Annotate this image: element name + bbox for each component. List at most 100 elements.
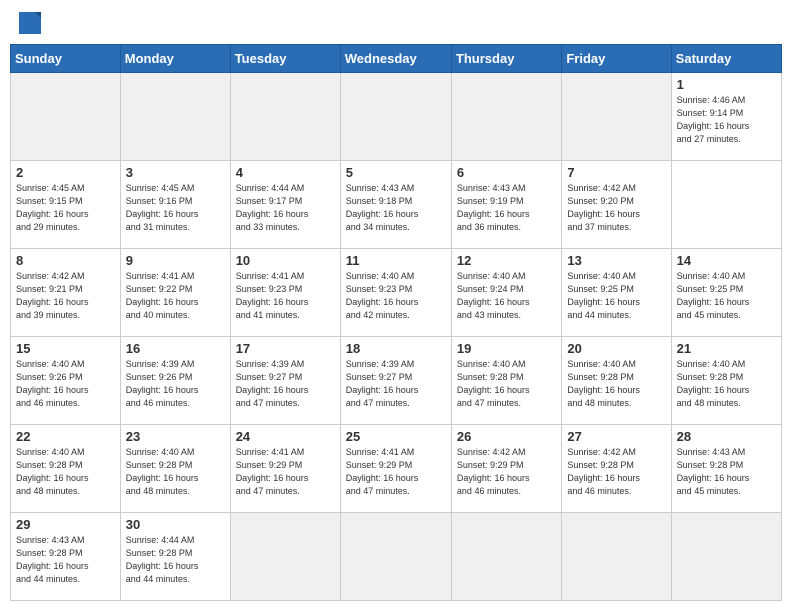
- day-info: Sunrise: 4:45 AM Sunset: 9:15 PM Dayligh…: [16, 182, 115, 234]
- day-info: Sunrise: 4:44 AM Sunset: 9:28 PM Dayligh…: [126, 534, 225, 586]
- calendar-header-tuesday: Tuesday: [230, 45, 340, 73]
- day-number: 30: [126, 517, 225, 532]
- calendar-day-empty: [340, 73, 451, 161]
- calendar-header-friday: Friday: [562, 45, 671, 73]
- day-info: Sunrise: 4:39 AM Sunset: 9:26 PM Dayligh…: [126, 358, 225, 410]
- day-info: Sunrise: 4:41 AM Sunset: 9:29 PM Dayligh…: [236, 446, 335, 498]
- calendar-day-empty: [562, 513, 671, 601]
- day-info: Sunrise: 4:42 AM Sunset: 9:20 PM Dayligh…: [567, 182, 665, 234]
- calendar-header-wednesday: Wednesday: [340, 45, 451, 73]
- calendar-day-19: 19 Sunrise: 4:40 AM Sunset: 9:28 PM Dayli…: [451, 337, 561, 425]
- day-info: Sunrise: 4:43 AM Sunset: 9:19 PM Dayligh…: [457, 182, 556, 234]
- calendar-day-22: 22Sunrise: 4:40 AM Sunset: 9:28 PM Dayli…: [11, 425, 121, 513]
- day-number: 15: [16, 341, 115, 356]
- calendar-header-monday: Monday: [120, 45, 230, 73]
- calendar-day-25: 25 Sunrise: 4:41 AM Sunset: 9:29 PM Dayli…: [340, 425, 451, 513]
- calendar-day-18: 18 Sunrise: 4:39 AM Sunset: 9:27 PM Dayli…: [340, 337, 451, 425]
- day-info: Sunrise: 4:40 AM Sunset: 9:25 PM Dayligh…: [567, 270, 665, 322]
- calendar-table: SundayMondayTuesdayWednesdayThursdayFrid…: [10, 44, 782, 601]
- day-number: 4: [236, 165, 335, 180]
- calendar-day-27: 27Sunrise: 4:42 AM Sunset: 9:28 PM Dayli…: [562, 425, 671, 513]
- day-number: 8: [16, 253, 115, 268]
- day-number: 28: [677, 429, 776, 444]
- day-number: 17: [236, 341, 335, 356]
- calendar-day-empty: [11, 73, 121, 161]
- logo: [18, 14, 41, 34]
- day-number: 11: [346, 253, 446, 268]
- day-info: Sunrise: 4:40 AM Sunset: 9:24 PM Dayligh…: [457, 270, 556, 322]
- calendar-day-empty: [671, 513, 781, 601]
- calendar-day-11: 11Sunrise: 4:40 AM Sunset: 9:23 PM Dayli…: [340, 249, 451, 337]
- day-number: 2: [16, 165, 115, 180]
- day-number: 25: [346, 429, 446, 444]
- day-number: 13: [567, 253, 665, 268]
- day-info: Sunrise: 4:41 AM Sunset: 9:29 PM Dayligh…: [346, 446, 446, 498]
- calendar-day-20: 20 Sunrise: 4:40 AM Sunset: 9:28 PM Dayli…: [562, 337, 671, 425]
- calendar-week-3: 8 Sunrise: 4:42 AM Sunset: 9:21 PM Daylig…: [11, 249, 782, 337]
- day-info: Sunrise: 4:46 AM Sunset: 9:14 PM Dayligh…: [677, 94, 776, 146]
- day-number: 7: [567, 165, 665, 180]
- calendar-day-9: 9 Sunrise: 4:41 AM Sunset: 9:22 PM Daylig…: [120, 249, 230, 337]
- day-info: Sunrise: 4:39 AM Sunset: 9:27 PM Dayligh…: [236, 358, 335, 410]
- day-info: Sunrise: 4:40 AM Sunset: 9:28 PM Dayligh…: [457, 358, 556, 410]
- day-number: 18: [346, 341, 446, 356]
- calendar-day-empty: [451, 513, 561, 601]
- day-number: 14: [677, 253, 776, 268]
- calendar-day-8: 8 Sunrise: 4:42 AM Sunset: 9:21 PM Daylig…: [11, 249, 121, 337]
- day-info: Sunrise: 4:39 AM Sunset: 9:27 PM Dayligh…: [346, 358, 446, 410]
- day-number: 21: [677, 341, 776, 356]
- day-info: Sunrise: 4:42 AM Sunset: 9:21 PM Dayligh…: [16, 270, 115, 322]
- day-number: 3: [126, 165, 225, 180]
- day-info: Sunrise: 4:41 AM Sunset: 9:23 PM Dayligh…: [236, 270, 335, 322]
- calendar-day-1: 1Sunrise: 4:46 AM Sunset: 9:14 PM Daylig…: [671, 73, 781, 161]
- calendar-day-empty: [451, 73, 561, 161]
- calendar-day-16: 16 Sunrise: 4:39 AM Sunset: 9:26 PM Dayli…: [120, 337, 230, 425]
- day-info: Sunrise: 4:40 AM Sunset: 9:25 PM Dayligh…: [677, 270, 776, 322]
- calendar-day-empty: [230, 73, 340, 161]
- calendar-week-6: 29 Sunrise: 4:43 AM Sunset: 9:28 PM Dayli…: [11, 513, 782, 601]
- calendar-day-10: 10 Sunrise: 4:41 AM Sunset: 9:23 PM Dayli…: [230, 249, 340, 337]
- day-info: Sunrise: 4:40 AM Sunset: 9:28 PM Dayligh…: [567, 358, 665, 410]
- day-info: Sunrise: 4:40 AM Sunset: 9:28 PM Dayligh…: [16, 446, 115, 498]
- day-number: 29: [16, 517, 115, 532]
- day-number: 6: [457, 165, 556, 180]
- calendar-day-28: 28Sunrise: 4:43 AM Sunset: 9:28 PM Dayli…: [671, 425, 781, 513]
- day-number: 10: [236, 253, 335, 268]
- calendar-day-7: 7 Sunrise: 4:42 AM Sunset: 9:20 PM Daylig…: [562, 161, 671, 249]
- day-info: Sunrise: 4:42 AM Sunset: 9:28 PM Dayligh…: [567, 446, 665, 498]
- calendar-day-13: 13 Sunrise: 4:40 AM Sunset: 9:25 PM Dayli…: [562, 249, 671, 337]
- calendar-header-saturday: Saturday: [671, 45, 781, 73]
- calendar-day-23: 23 Sunrise: 4:40 AM Sunset: 9:28 PM Dayli…: [120, 425, 230, 513]
- calendar-day-empty: [230, 513, 340, 601]
- day-info: Sunrise: 4:40 AM Sunset: 9:28 PM Dayligh…: [677, 358, 776, 410]
- calendar-header-thursday: Thursday: [451, 45, 561, 73]
- day-number: 20: [567, 341, 665, 356]
- calendar-day-empty: [562, 73, 671, 161]
- calendar-week-4: 15 Sunrise: 4:40 AM Sunset: 9:26 PM Dayli…: [11, 337, 782, 425]
- day-info: Sunrise: 4:43 AM Sunset: 9:28 PM Dayligh…: [16, 534, 115, 586]
- header: [10, 10, 782, 38]
- calendar-day-26: 26Sunrise: 4:42 AM Sunset: 9:29 PM Dayli…: [451, 425, 561, 513]
- day-number: 26: [457, 429, 556, 444]
- calendar-day-15: 15 Sunrise: 4:40 AM Sunset: 9:26 PM Dayli…: [11, 337, 121, 425]
- day-info: Sunrise: 4:40 AM Sunset: 9:28 PM Dayligh…: [126, 446, 225, 498]
- day-number: 24: [236, 429, 335, 444]
- day-number: 16: [126, 341, 225, 356]
- day-number: 19: [457, 341, 556, 356]
- logo-icon: [19, 12, 41, 34]
- day-number: 12: [457, 253, 556, 268]
- day-number: 9: [126, 253, 225, 268]
- calendar-day-3: 3Sunrise: 4:45 AM Sunset: 9:16 PM Daylig…: [120, 161, 230, 249]
- calendar-day-30: 30 Sunrise: 4:44 AM Sunset: 9:28 PM Dayli…: [120, 513, 230, 601]
- day-info: Sunrise: 4:44 AM Sunset: 9:17 PM Dayligh…: [236, 182, 335, 234]
- calendar-day-29: 29 Sunrise: 4:43 AM Sunset: 9:28 PM Dayli…: [11, 513, 121, 601]
- calendar-body: 1Sunrise: 4:46 AM Sunset: 9:14 PM Daylig…: [11, 73, 782, 601]
- calendar-header-row: SundayMondayTuesdayWednesdayThursdayFrid…: [11, 45, 782, 73]
- day-info: Sunrise: 4:40 AM Sunset: 9:26 PM Dayligh…: [16, 358, 115, 410]
- day-info: Sunrise: 4:41 AM Sunset: 9:22 PM Dayligh…: [126, 270, 225, 322]
- day-number: 23: [126, 429, 225, 444]
- day-number: 5: [346, 165, 446, 180]
- calendar-day-14: 14 Sunrise: 4:40 AM Sunset: 9:25 PM Dayli…: [671, 249, 781, 337]
- calendar-week-5: 22Sunrise: 4:40 AM Sunset: 9:28 PM Dayli…: [11, 425, 782, 513]
- calendar-day-6: 6 Sunrise: 4:43 AM Sunset: 9:19 PM Daylig…: [451, 161, 561, 249]
